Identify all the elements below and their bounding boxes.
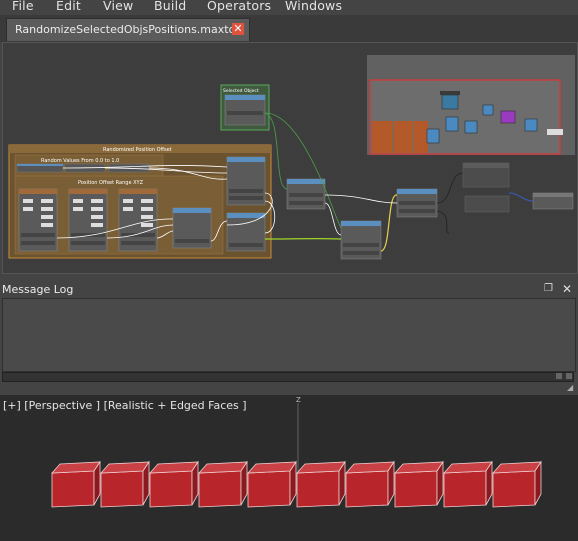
resize-grip-icon[interactable]: ◢ xyxy=(567,383,573,392)
menu-bar: File Edit View Build Operators Windows xyxy=(0,0,578,15)
add-vector-node[interactable] xyxy=(340,220,382,260)
cube-face xyxy=(149,461,199,474)
tab-close-icon[interactable]: ✕ xyxy=(232,23,244,35)
menu-edit[interactable]: Edit xyxy=(56,0,81,13)
setproperty-node[interactable] xyxy=(396,188,438,218)
menu-file[interactable]: File xyxy=(12,0,34,13)
cube[interactable] xyxy=(443,460,493,508)
cube-face xyxy=(100,470,144,508)
cube-row xyxy=(51,460,542,508)
message-log-scrollbar[interactable] xyxy=(2,372,574,382)
cube-face xyxy=(247,461,297,474)
cube-face xyxy=(296,470,340,508)
cube[interactable] xyxy=(149,460,199,508)
selected-object-title: Selected Object xyxy=(223,88,259,94)
group-title: Randomized Position Offset xyxy=(103,147,172,153)
cube-face xyxy=(198,461,248,474)
vector-node[interactable] xyxy=(172,207,212,249)
scroll-right-icon[interactable] xyxy=(566,373,572,379)
tab-label: RandomizeSelectedObjsPositions.maxtool xyxy=(15,23,246,36)
menu-build[interactable]: Build xyxy=(154,0,186,13)
cube-face xyxy=(492,470,536,508)
node-graph-canvas: Randomized Position Offset Random Values… xyxy=(3,43,577,273)
selected-object-node[interactable]: Selected Object xyxy=(220,84,270,131)
menu-view[interactable]: View xyxy=(103,0,133,13)
cube-face xyxy=(296,461,346,474)
cube-face xyxy=(394,470,438,508)
cube-face xyxy=(100,461,150,474)
cube-face xyxy=(394,461,444,474)
cube-face xyxy=(51,461,101,474)
z-axis-label: Z xyxy=(296,396,301,404)
cube[interactable] xyxy=(345,460,395,508)
restore-icon[interactable]: ❐ xyxy=(544,283,553,294)
menu-operators[interactable]: Operators xyxy=(207,0,271,13)
cube-face xyxy=(443,461,493,474)
message-log-header: Message Log ❐ ✕ xyxy=(0,282,578,298)
random-values-label: Random Values From 0.0 to 1.0 xyxy=(41,158,119,164)
cube[interactable] xyxy=(394,460,444,508)
getproperty-node[interactable] xyxy=(286,178,326,210)
cube-face xyxy=(492,461,542,474)
cube[interactable] xyxy=(492,460,542,508)
viewport-scene: Z xyxy=(51,396,542,508)
param-node-y[interactable] xyxy=(68,188,108,252)
param-node-z[interactable] xyxy=(118,188,158,252)
message-log-title: Message Log xyxy=(2,283,74,296)
cube[interactable] xyxy=(51,460,101,508)
node-graph-editor[interactable]: Randomized Position Offset Random Values… xyxy=(2,42,578,274)
cube[interactable] xyxy=(296,460,346,508)
close-icon[interactable]: ✕ xyxy=(562,282,572,296)
message-log-pane[interactable] xyxy=(2,298,576,372)
cube-face xyxy=(149,470,193,508)
tab-randomize-tool[interactable]: RandomizeSelectedObjsPositions.maxtool ✕ xyxy=(6,18,250,41)
add-node-a[interactable] xyxy=(226,156,266,206)
cube-face xyxy=(247,470,291,508)
output-node[interactable] xyxy=(532,192,574,210)
offset-range-label: Position Offset Range XYZ xyxy=(78,180,144,186)
cube[interactable] xyxy=(198,460,248,508)
cube-face xyxy=(51,470,95,508)
cube-face xyxy=(345,461,395,474)
cube[interactable] xyxy=(100,460,150,508)
cube[interactable] xyxy=(247,460,297,508)
scroll-left-icon[interactable] xyxy=(556,373,562,379)
cube-face xyxy=(443,470,487,508)
highlight-region[interactable] xyxy=(367,55,575,155)
menu-windows[interactable]: Windows xyxy=(285,0,342,13)
cube-face xyxy=(198,470,242,508)
tab-strip: RandomizeSelectedObjsPositions.maxtool ✕ xyxy=(0,15,578,42)
perspective-viewport[interactable]: [+] [Perspective ] [Realistic + Edged Fa… xyxy=(0,395,578,541)
cube-face xyxy=(345,470,389,508)
param-node-x[interactable] xyxy=(18,188,58,252)
